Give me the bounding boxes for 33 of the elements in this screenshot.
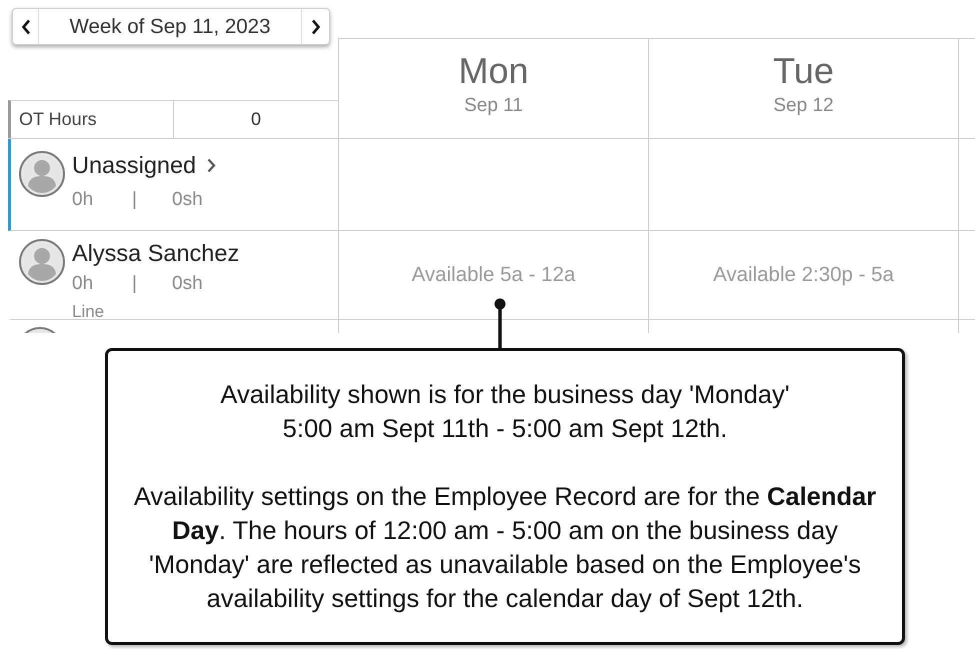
separator: | (132, 272, 138, 296)
chevron-left-icon[interactable] (20, 18, 30, 34)
shift-count: 0sh (172, 272, 203, 296)
availability-text: Available 5a - 12a (412, 263, 576, 287)
separator: | (132, 188, 138, 212)
callout-paragraph: Availability settings on the Employee Record are for the Calendar Day. The hours of 12:00 am - 5:00 am on the business day 'Monday' are reflected as unavailable based on the Employee's availability settings for the calendar day of Sept 12th. (134, 482, 876, 615)
previous-week-button[interactable] (13, 9, 39, 44)
employee-row[interactable]: Alyssa Sanchez 0h | 0sh Line (8, 231, 338, 320)
week-label: Week of Sep 11, 2023 (70, 14, 270, 38)
day-name: Tue (773, 52, 834, 90)
day-date: Sep 11 (464, 95, 523, 117)
day-date: Sep 12 (773, 95, 834, 117)
hours-total: 0h (72, 272, 94, 296)
day-name: Mon (458, 52, 529, 90)
next-week-button[interactable] (301, 9, 329, 44)
schedule-cell[interactable] (958, 231, 975, 320)
hours-total: 0h (72, 188, 94, 212)
employee-name: Unassigned (72, 151, 196, 179)
shift-count: 0sh (172, 188, 203, 212)
schedule-cell[interactable] (648, 139, 958, 231)
summary-value: 0 (250, 109, 261, 130)
availability-text: Available 2:30p - 5a (713, 263, 894, 287)
schedule-cell[interactable] (338, 139, 648, 231)
callout-paragraph: Availability shown is for the business day 'Monday' 5:00 am Sept 11th - 5:00 am Sept 12th. (220, 380, 790, 445)
chevron-right-icon[interactable] (207, 158, 216, 172)
employee-row[interactable]: Unassigned 0h | 0sh (8, 139, 338, 231)
schedule-cell[interactable] (958, 139, 975, 231)
summary-label: OT Hours (19, 109, 97, 130)
avatar-icon (19, 151, 65, 197)
avatar-icon (19, 239, 65, 285)
chevron-right-icon[interactable] (310, 18, 320, 34)
employee-name: Alyssa Sanchez (72, 239, 240, 267)
employee-role: Line (72, 301, 106, 323)
